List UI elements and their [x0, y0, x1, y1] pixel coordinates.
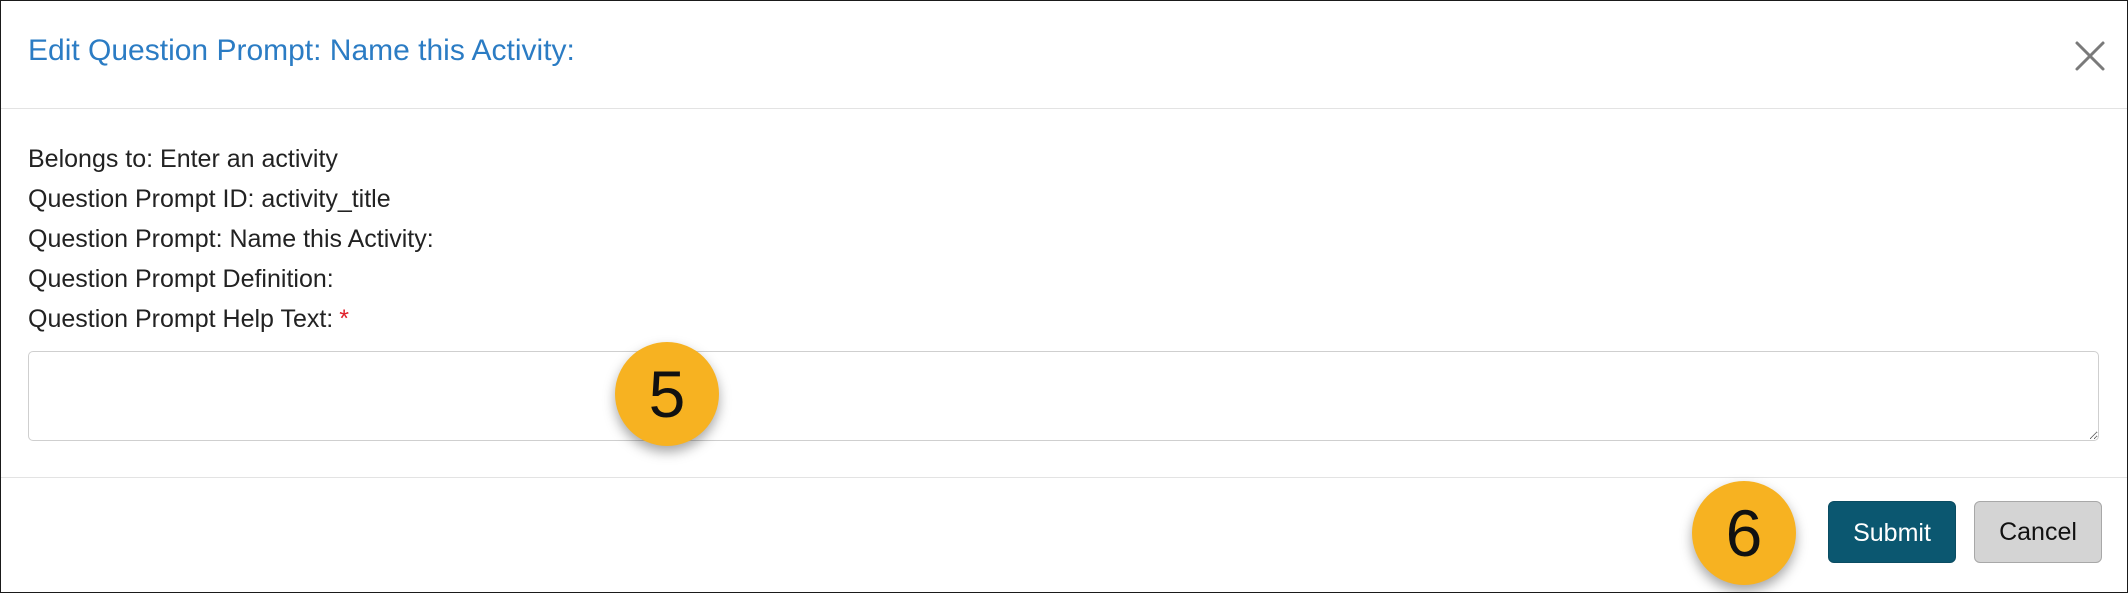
question-prompt-id-text: Question Prompt ID: activity_title [28, 185, 391, 213]
question-prompt-definition-text: Question Prompt Definition: [28, 265, 334, 293]
close-button[interactable] [2071, 37, 2109, 75]
dialog-footer: 6 Submit Cancel [1, 477, 2127, 593]
required-marker: * [339, 305, 349, 333]
close-icon [2075, 41, 2105, 71]
step-6-callout: 6 [1692, 481, 1796, 585]
dialog-title: Edit Question Prompt: Name this Activity… [28, 34, 575, 67]
help-text-textarea[interactable] [28, 351, 2099, 441]
question-prompt-text: Question Prompt: Name this Activity: [28, 225, 434, 253]
submit-button[interactable]: Submit [1828, 501, 1956, 563]
belongs-to-text: Belongs to: Enter an activity [28, 145, 338, 173]
dialog-body: Belongs to: Enter an activity Question P… [1, 109, 2127, 476]
help-text-label: Question Prompt Help Text: [28, 305, 334, 333]
help-text-label-row: Question Prompt Help Text: * [28, 305, 349, 334]
cancel-button[interactable]: Cancel [1974, 501, 2102, 563]
dialog-header: Edit Question Prompt: Name this Activity… [1, 1, 2127, 109]
edit-question-prompt-dialog: Edit Question Prompt: Name this Activity… [0, 0, 2128, 593]
step-5-callout: 5 [615, 342, 719, 446]
